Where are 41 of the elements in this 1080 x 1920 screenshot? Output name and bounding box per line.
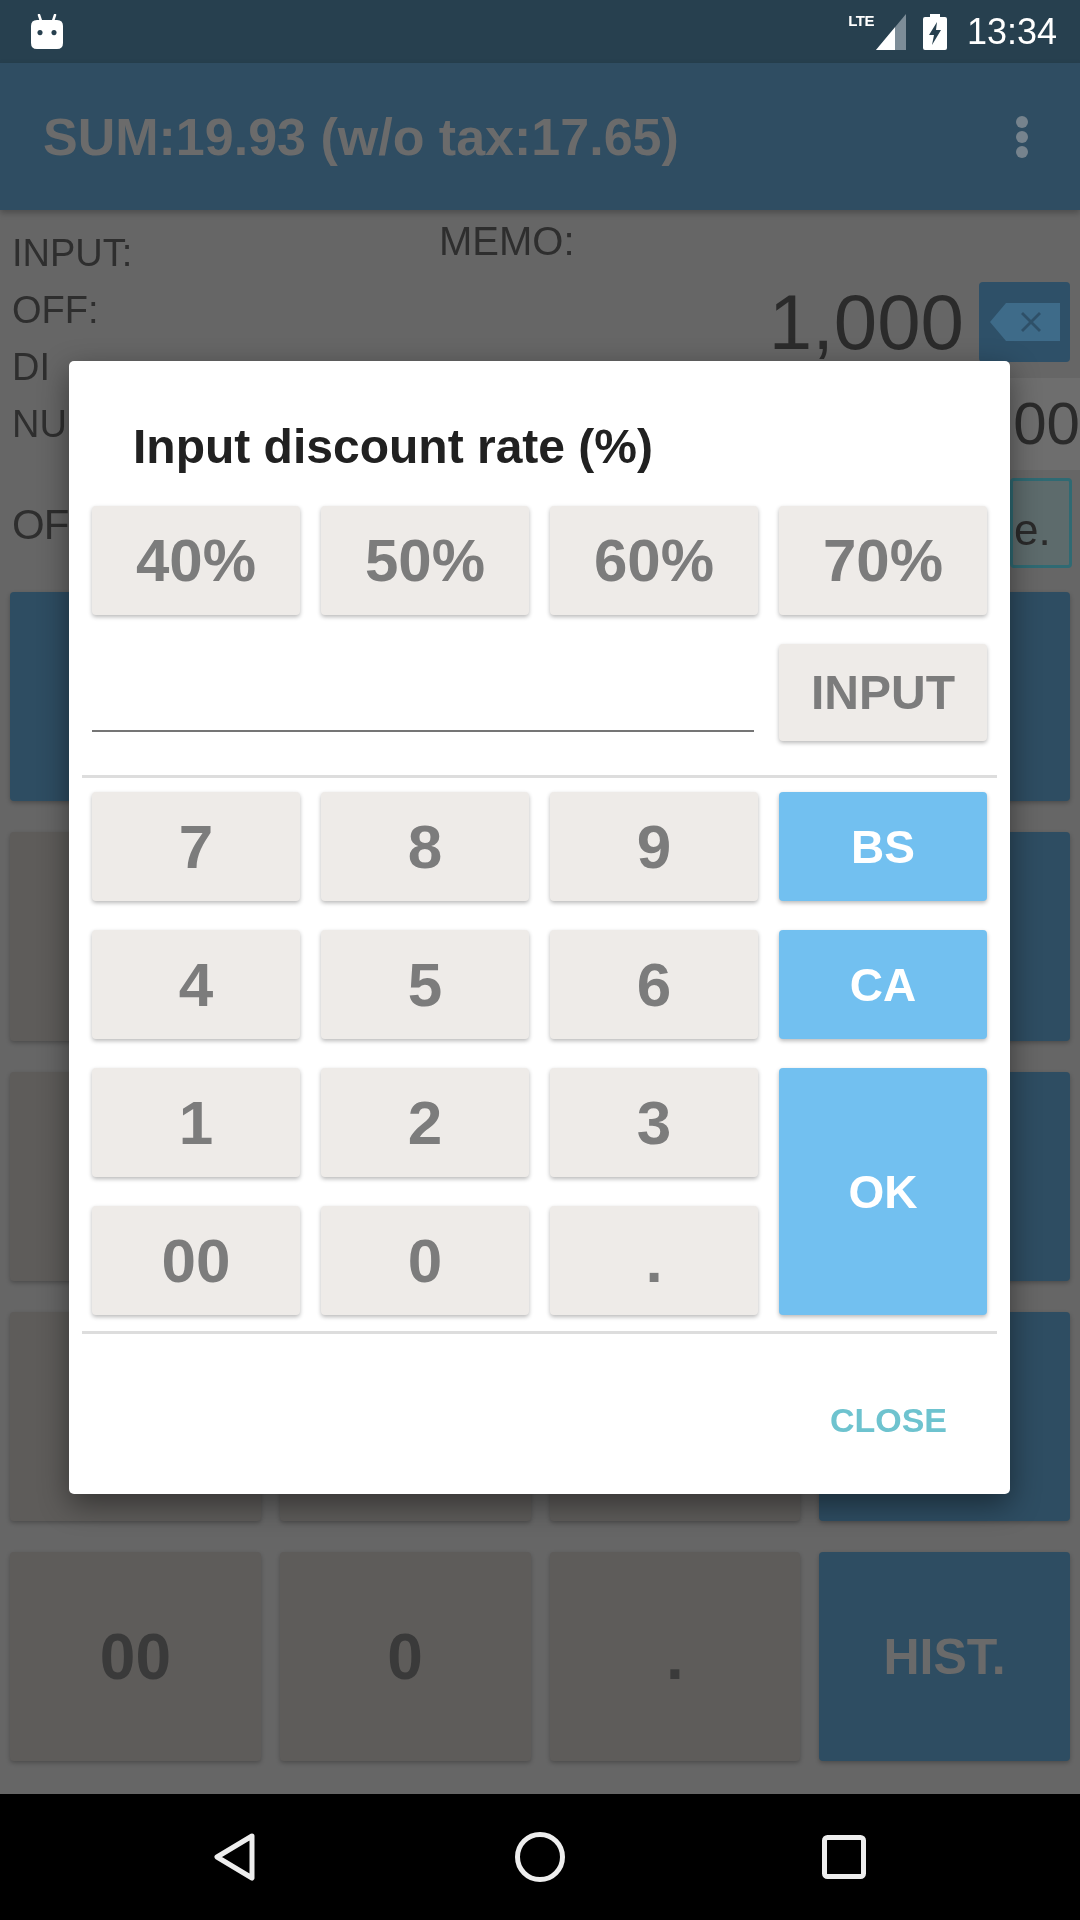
key-button[interactable]: CA [779,930,987,1039]
recents-icon[interactable] [822,1835,866,1879]
app-title: SUM:19.93 (w/o tax:17.65) [43,106,679,167]
network-type-label: LTE [848,12,874,29]
backspace-icon [989,302,1060,342]
memo-label: MEMO: [439,219,575,263]
key-button[interactable]: 9 [550,792,758,901]
field-label: NU [12,402,67,447]
amount-display: 1,000 [768,282,964,362]
key-button[interactable]: OK [779,1068,987,1315]
preset-button[interactable]: 50% [321,506,529,615]
key-button[interactable]: 7 [92,792,300,901]
input-button[interactable]: INPUT [779,644,987,741]
key-button[interactable]: 2 [321,1068,529,1177]
home-icon[interactable] [515,1832,565,1882]
field-label: DI [12,345,50,390]
key-button[interactable]: 8 [321,792,529,901]
key-button[interactable]: 3 [550,1068,758,1177]
close-button[interactable]: CLOSE [819,1386,957,1454]
back-icon[interactable] [211,1832,256,1882]
key-button[interactable]: 5 [321,930,529,1039]
preset-button[interactable]: 70% [779,506,987,615]
key-button[interactable]: 00 [92,1206,300,1315]
preset-button[interactable]: 60% [550,506,758,615]
robot-icon [31,14,63,49]
preset-button[interactable]: 40% [92,506,300,615]
key-button[interactable]: 1 [92,1068,300,1177]
key-button[interactable]: . [550,1206,758,1315]
outlined-button[interactable]: e. [1010,478,1072,568]
signal-icon [875,13,906,50]
field-label: INPUT: [12,231,133,276]
battery-charging-icon [922,13,947,50]
clock-time: 13:34 [966,11,1057,52]
key-button[interactable]: 6 [550,930,758,1039]
key-button[interactable]: BS [779,792,987,901]
key-button[interactable]: 4 [92,930,300,1039]
dialog-title: Input discount rate (%) [133,419,654,475]
field-label: OF [12,500,69,550]
key-button[interactable]: 0 [321,1206,529,1315]
display-field: 00 [1010,378,1080,470]
field-label: OFF: [12,288,99,333]
